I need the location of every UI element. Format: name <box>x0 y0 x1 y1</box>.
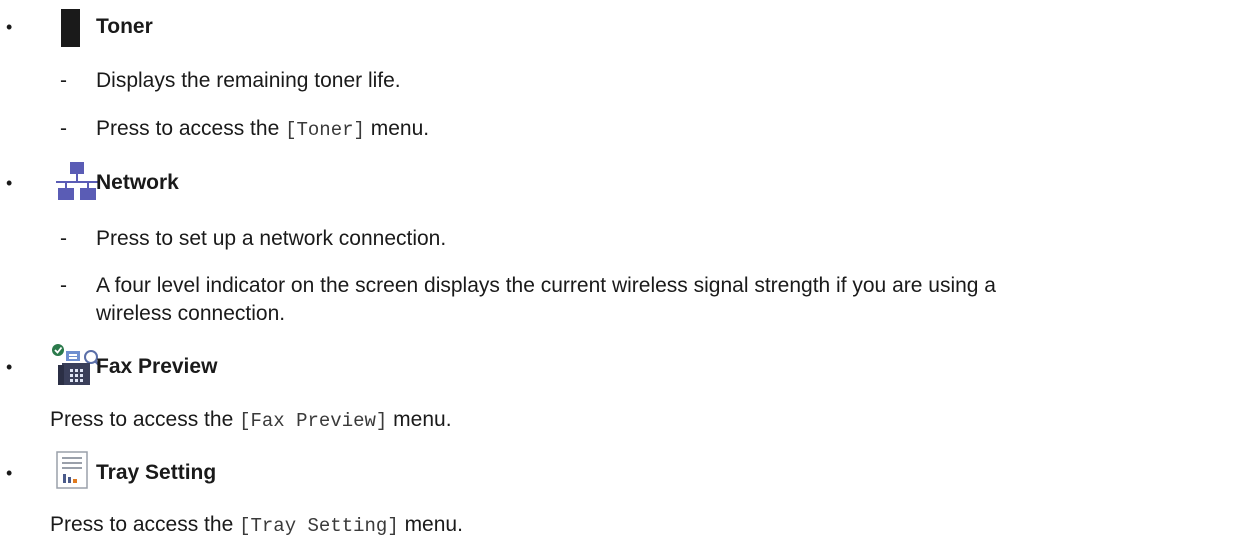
bullet: • <box>6 173 13 193</box>
menu-code: [Toner] <box>285 119 365 141</box>
dash: - <box>60 274 67 297</box>
fax-preview-desc: Press to access the [Fax Preview] menu. <box>50 407 452 434</box>
tray-setting-desc: Press to access the [Tray Setting] menu. <box>50 512 463 539</box>
text: Press to access the <box>50 513 240 536</box>
toner-icon <box>61 9 80 47</box>
toner-desc-1: Displays the remaining toner life. <box>96 69 401 92</box>
network-desc-2-line2: wireless connection. <box>96 302 286 325</box>
dash: - <box>60 69 67 92</box>
text: menu. <box>387 408 452 431</box>
bullet: • <box>6 357 13 377</box>
fax-preview-icon <box>52 344 101 385</box>
tray-setting-title: Tray Setting <box>96 461 217 484</box>
network-desc-1: Press to set up a network connection. <box>96 227 447 250</box>
network-icon <box>56 162 98 200</box>
network-title: Network <box>96 171 179 194</box>
text: Press to access the <box>96 117 286 140</box>
dash: - <box>60 117 67 140</box>
bullet: • <box>6 17 13 37</box>
fax-preview-title: Fax Preview <box>96 355 218 378</box>
dash: - <box>60 227 67 250</box>
text: menu. <box>364 117 430 140</box>
menu-code: [Fax Preview] <box>239 410 388 432</box>
text: menu. <box>398 513 463 536</box>
bullet: • <box>6 463 13 483</box>
network-desc-2-line1: A four level indicator on the screen dis… <box>96 274 996 297</box>
menu-code: [Tray Setting] <box>239 515 399 537</box>
tray-setting-icon <box>56 451 88 489</box>
toner-title: Toner <box>96 15 153 38</box>
text: Press to access the <box>50 408 240 431</box>
toner-desc-2: Press to access the [Toner] menu. <box>96 116 429 143</box>
